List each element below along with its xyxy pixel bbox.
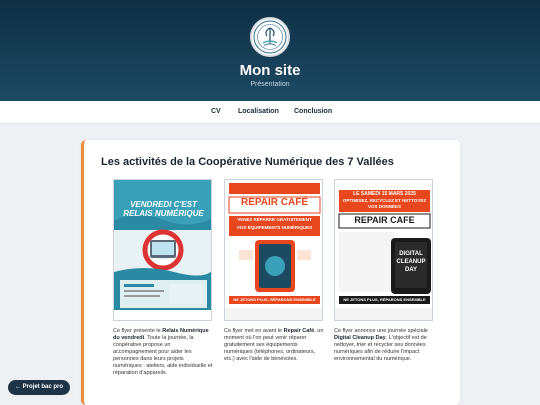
poster-footer: NE JETONS PLUS, RÉPARONS ENSEMBLE bbox=[343, 297, 426, 302]
flyer-digital-cleanup-day[interactable]: LE SAMEDI 15 MARS 2025 OPTIMISEZ, RECYCL… bbox=[334, 179, 433, 321]
flyer-repair-cafe[interactable]: REPAIR CAFÉ VENEZ RÉPARER GRATUITEMENT V… bbox=[224, 179, 323, 321]
poster-subtitle-2: VOS ÉQUIPEMENTS NUMÉRIQUES bbox=[236, 225, 313, 230]
poster-subtitle-1: VENEZ RÉPARER GRATUITEMENT bbox=[237, 217, 312, 222]
flyer-relais-numerique[interactable]: VENDREDI C'EST RELAIS NUMÉRIQUE bbox=[113, 179, 212, 321]
flyer-caption-cleanup: Ce flyer annonce une journée spéciale Di… bbox=[334, 328, 428, 362]
nav-item-cv[interactable]: CV bbox=[211, 108, 221, 115]
back-to-project-button[interactable]: ← Projet bac pro bbox=[8, 380, 70, 395]
poster-digital-cleanup: DIGITAL CLEANUP DAY bbox=[396, 251, 426, 273]
section-title: Les activités de la Coopérative Numériqu… bbox=[101, 156, 394, 168]
site-title: Mon site bbox=[239, 62, 301, 79]
site-header: Mon site Présentation bbox=[0, 0, 540, 101]
main-nav: CV Localisation Conclusion bbox=[0, 101, 540, 124]
flyer-caption-repair: Ce flyer met en avant le Repair Café, un… bbox=[224, 328, 324, 362]
cooperative-logo-icon[interactable] bbox=[250, 17, 290, 57]
site-subtitle: Présentation bbox=[250, 81, 290, 88]
poster-title-line-2: RELAIS NUMÉRIQUE bbox=[123, 209, 204, 218]
activities-card: Les activités de la Coopérative Numériqu… bbox=[81, 140, 460, 405]
nav-item-conclusion[interactable]: Conclusion bbox=[294, 108, 332, 115]
flyer-caption-relais: Ce flyer présente le Relais Numérique du… bbox=[113, 328, 213, 376]
poster-headline: OPTIMISEZ, RECYCLEZ ET NETTOYEZ VOS DONN… bbox=[342, 198, 427, 209]
poster-title-line-1: VENDREDI C'EST bbox=[130, 200, 197, 209]
poster-date: LE SAMEDI 15 MARS 2025 bbox=[353, 191, 416, 197]
poster-title-repair-cafe: REPAIR CAFÉ bbox=[240, 197, 309, 208]
nav-item-localisation[interactable]: Localisation bbox=[238, 108, 279, 115]
poster-footer: NE JETONS PLUS, RÉPARONS ENSEMBLE bbox=[233, 297, 316, 302]
poster-title-repair-cafe-2: REPAIR CAFE bbox=[354, 215, 415, 225]
